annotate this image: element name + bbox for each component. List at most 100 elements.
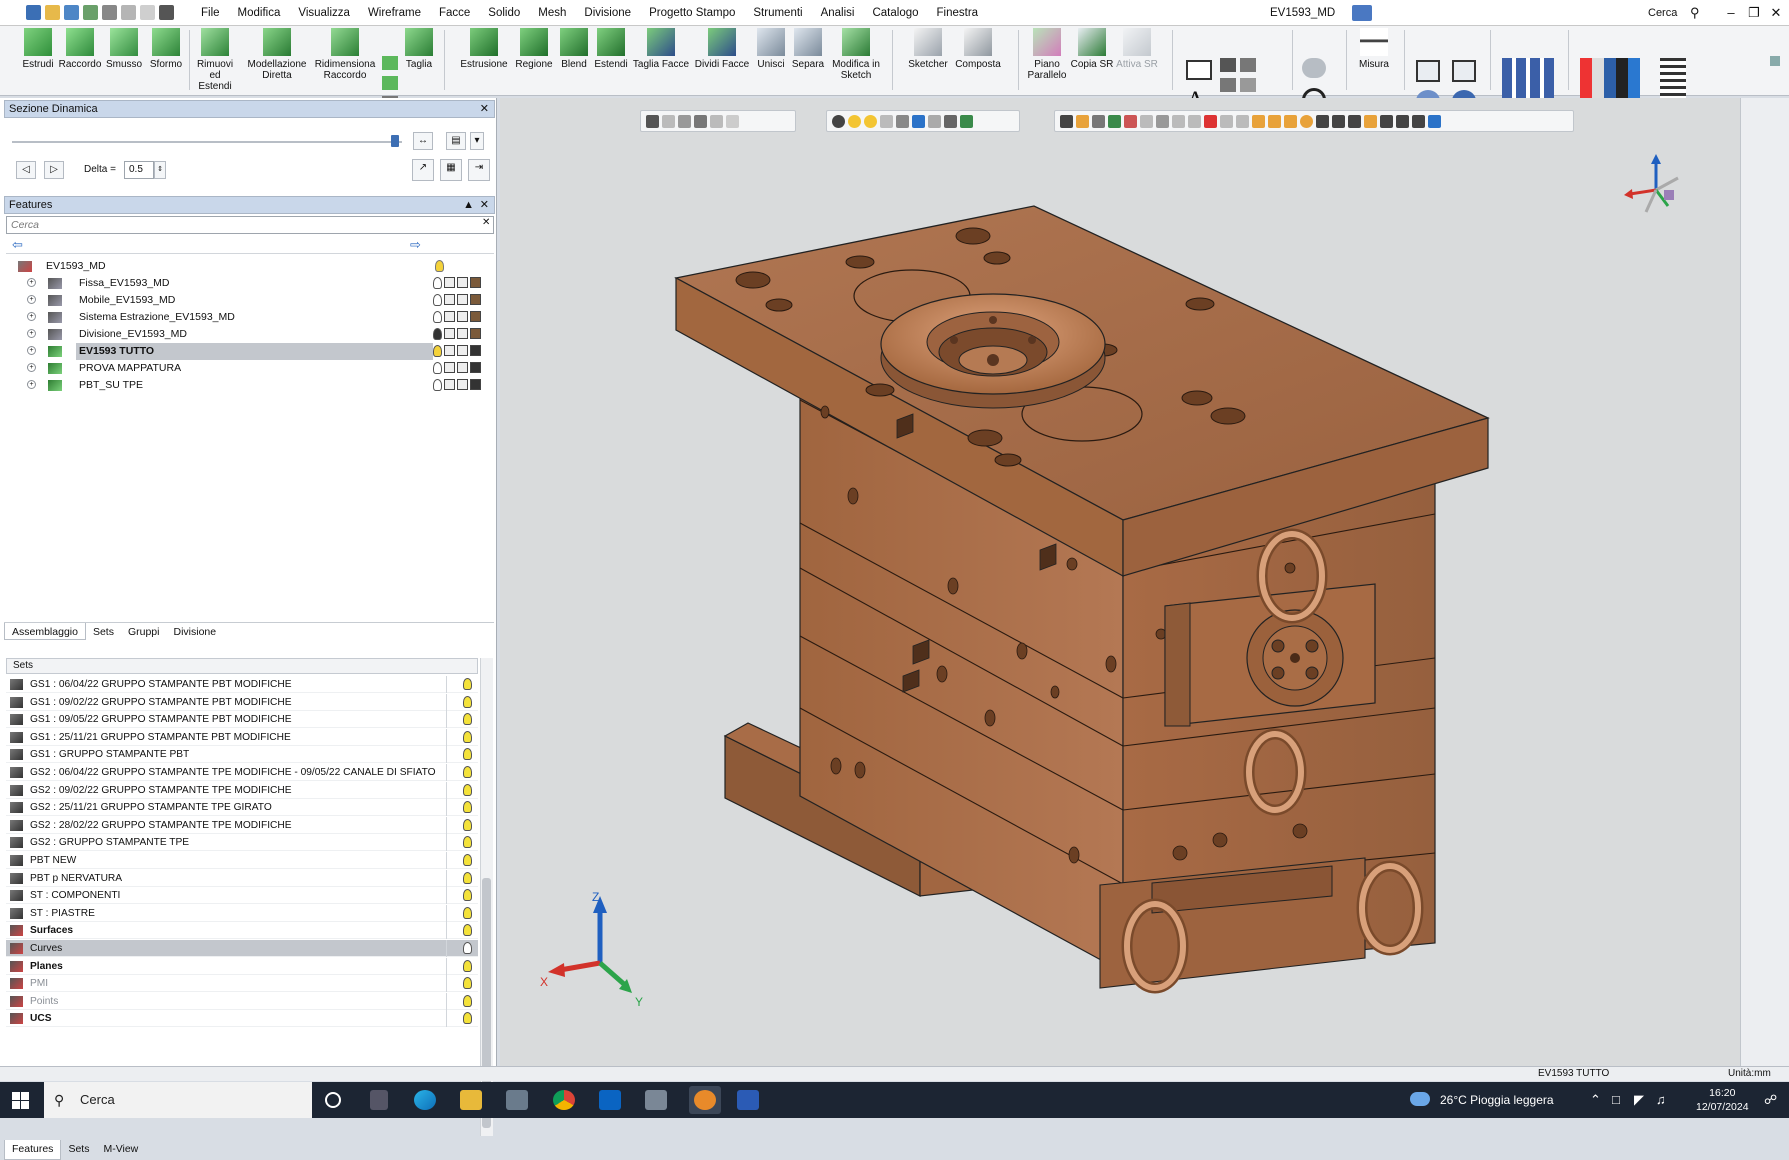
sets-column-header[interactable]: Sets — [6, 658, 478, 674]
regione-button[interactable]: Regione — [512, 28, 556, 70]
volume-icon[interactable]: ♫ — [1656, 1092, 1666, 1107]
window-icon[interactable] — [159, 5, 174, 20]
windows-start-icon[interactable] — [12, 1092, 29, 1109]
minimize-icon[interactable]: – — [1721, 0, 1741, 26]
section-export-icon[interactable]: ⇥ — [468, 159, 490, 181]
set-row[interactable]: GS2 : 25/11/21 GRUPPO STAMPANTE TPE GIRA… — [6, 799, 478, 817]
visibility-bulb-icon[interactable] — [433, 328, 442, 340]
set-row[interactable]: Curves — [6, 940, 478, 957]
tab-assemblaggio[interactable]: Assemblaggio — [4, 623, 86, 640]
expand-icon[interactable]: + — [27, 363, 36, 372]
lock-icon[interactable] — [444, 328, 455, 339]
refresh-icon[interactable] — [1302, 58, 1326, 78]
visibility-bulb-icon[interactable] — [463, 889, 472, 902]
section-slider-thumb[interactable] — [391, 135, 399, 147]
tool-small-icon[interactable] — [382, 56, 398, 70]
render-icon[interactable] — [457, 328, 468, 339]
menu-mesh[interactable]: Mesh — [529, 0, 575, 26]
cad-app-icon[interactable] — [694, 1090, 716, 1110]
menu-progetto-stampo[interactable]: Progetto Stampo — [640, 0, 744, 26]
separa-button[interactable]: Separa — [790, 28, 826, 70]
sketcher-button[interactable]: Sketcher — [904, 28, 952, 70]
dividi-facce-button[interactable]: Dividi Facce — [692, 28, 752, 70]
print-icon[interactable] — [102, 5, 117, 20]
tab-divisione[interactable]: Divisione — [166, 623, 223, 640]
set-row[interactable]: Points — [6, 992, 478, 1010]
visibility-bulb-icon[interactable] — [463, 766, 472, 778]
expand-icon[interactable]: + — [27, 312, 36, 321]
set-row[interactable]: GS1 : 06/04/22 GRUPPO STAMPANTE PBT MODI… — [6, 676, 478, 693]
tree-item[interactable]: + Mobile_EV1593_MD — [0, 292, 497, 309]
zoom-window-icon[interactable] — [1452, 60, 1476, 82]
section-tool-icon[interactable]: ↗ — [412, 159, 434, 181]
annotation-small-icon[interactable] — [1240, 78, 1256, 92]
file-explorer-icon[interactable] — [460, 1090, 482, 1110]
visibility-bulb-icon[interactable] — [463, 748, 472, 761]
render-icon[interactable] — [457, 311, 468, 322]
render-icon[interactable] — [457, 362, 468, 373]
3d-viewport[interactable]: Z X Y — [500, 98, 1740, 1066]
visibility-bulb-icon[interactable] — [433, 345, 442, 357]
set-row[interactable]: GS2 : 28/02/22 GRUPPO STAMPANTE TPE MODI… — [6, 816, 478, 834]
tab-sets[interactable]: Sets — [86, 623, 121, 640]
composta-button[interactable]: Composta — [952, 28, 1004, 70]
render-icon[interactable] — [457, 379, 468, 390]
menu-file[interactable]: File — [192, 0, 229, 26]
attiva-sr-button[interactable]: Attiva SR — [1114, 28, 1160, 70]
set-row[interactable]: ST : COMPONENTI — [6, 887, 478, 905]
dimension-icon[interactable] — [1186, 60, 1212, 80]
visibility-bulb-icon[interactable] — [463, 1012, 472, 1025]
visibility-bulb-icon[interactable] — [463, 977, 472, 990]
set-row[interactable]: GS1 : 09/02/22 GRUPPO STAMPANTE PBT MODI… — [6, 693, 478, 711]
render-icon[interactable] — [457, 294, 468, 305]
taskbar-search-input[interactable]: Cerca — [44, 1082, 312, 1118]
set-row[interactable]: ST : PIASTRE — [6, 904, 478, 922]
tree-root[interactable]: EV1593_MD — [0, 258, 497, 275]
visibility-bulb-icon[interactable] — [463, 678, 472, 690]
chevron-up-icon[interactable]: ⌃ — [1590, 1092, 1601, 1108]
set-row[interactable]: UCS — [6, 1010, 478, 1028]
set-row[interactable]: PBT NEW — [6, 852, 478, 869]
taglia-facce-button[interactable]: Taglia Facce — [630, 28, 692, 70]
visibility-bulb-icon[interactable] — [463, 713, 472, 726]
tab-m-view[interactable]: M-View — [96, 1140, 145, 1160]
tree-item[interactable]: + Sistema Estrazione_EV1593_MD — [0, 309, 497, 326]
tab-sets-bottom[interactable]: Sets — [61, 1140, 96, 1160]
network-icon[interactable]: □ — [1612, 1092, 1620, 1107]
word-icon[interactable] — [737, 1090, 759, 1110]
visibility-bulb-icon[interactable] — [433, 311, 442, 323]
tree-item[interactable]: + PBT_SU TPE — [0, 377, 497, 394]
sformo-button[interactable]: Sformo — [146, 28, 186, 70]
cortana-icon[interactable] — [325, 1092, 341, 1108]
task-view-icon[interactable] — [370, 1090, 388, 1110]
clear-search-icon[interactable]: ✕ — [482, 217, 490, 228]
material-icon[interactable] — [470, 294, 481, 305]
render-icon[interactable] — [457, 345, 468, 356]
annotation-small-icon[interactable] — [1220, 78, 1236, 92]
estrudi-button[interactable]: Estrudi — [18, 28, 58, 70]
expand-icon[interactable]: + — [27, 278, 36, 287]
edge-icon[interactable] — [414, 1090, 436, 1110]
misura-button[interactable]: Misura — [1352, 28, 1396, 70]
flip-direction-icon[interactable]: ↔ — [413, 132, 433, 150]
tree-item-selected[interactable]: EV1593 TUTTO — [76, 343, 433, 360]
estrusione-button[interactable]: Estrusione — [456, 28, 512, 70]
lock-icon[interactable] — [444, 311, 455, 322]
set-row[interactable]: Planes — [6, 957, 478, 975]
set-row[interactable]: GS1 : GRUPPO STAMPANTE PBT — [6, 746, 478, 764]
lock-icon[interactable] — [444, 362, 455, 373]
restore-icon[interactable]: ❐ — [1744, 0, 1764, 26]
lock-icon[interactable] — [444, 345, 455, 356]
ribbon-pin-icon[interactable] — [1770, 56, 1780, 66]
tab-gruppi[interactable]: Gruppi — [121, 623, 167, 640]
close-icon[interactable]: ✕ — [1766, 0, 1786, 26]
visibility-bulb-icon[interactable] — [463, 801, 472, 814]
delta-field[interactable]: 0.5 — [124, 161, 154, 179]
import-icon[interactable] — [83, 5, 98, 20]
visibility-bulb-icon[interactable] — [463, 730, 472, 743]
open-folder-icon[interactable] — [45, 5, 60, 20]
set-row[interactable]: PMI — [6, 975, 478, 993]
ridimensiona-raccordo-button[interactable]: Ridimensiona Raccordo — [312, 28, 378, 81]
close-icon[interactable]: ✕ — [480, 101, 489, 117]
wifi-icon[interactable]: ◤ — [1634, 1092, 1644, 1108]
